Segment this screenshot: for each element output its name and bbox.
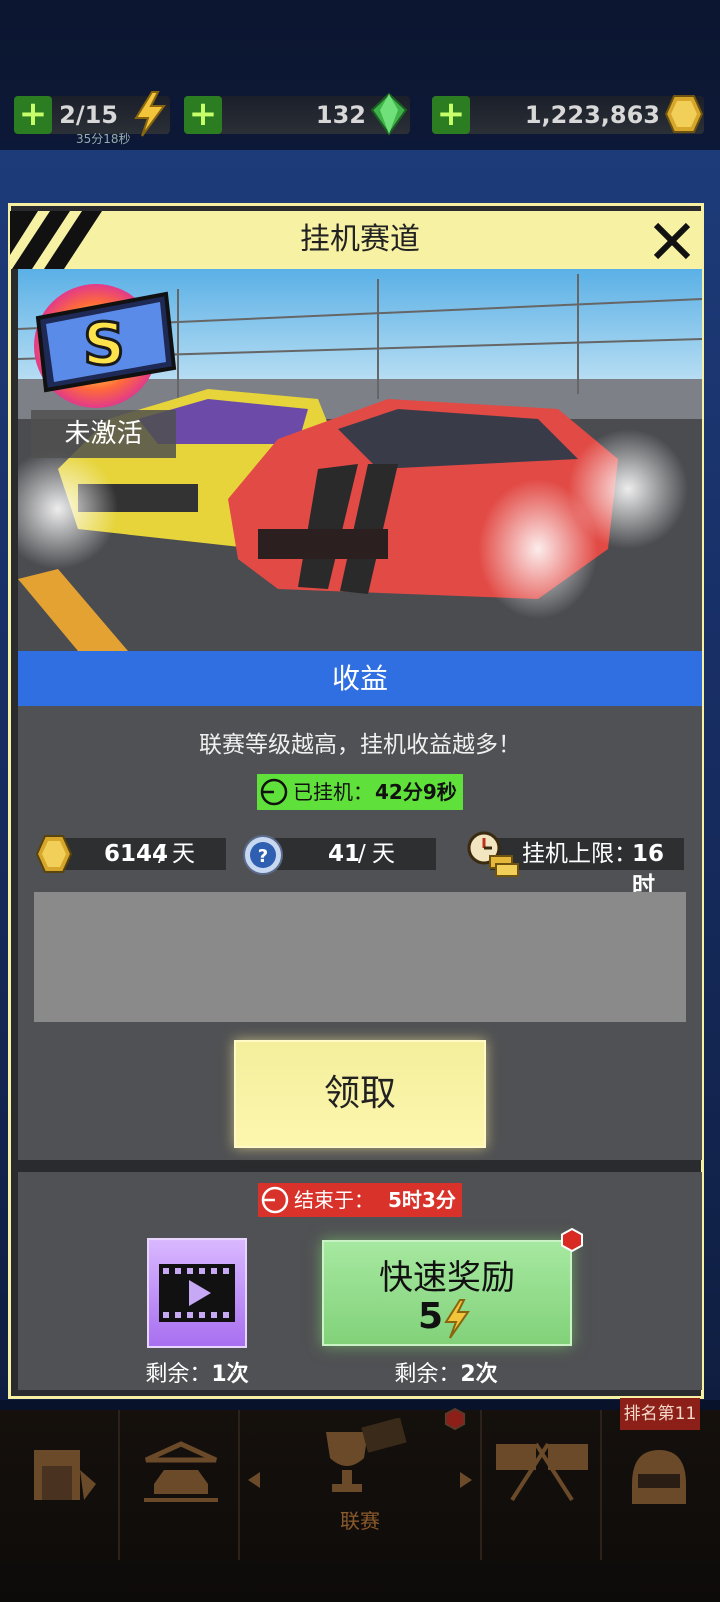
clock-icon bbox=[260, 778, 288, 806]
nav-race[interactable] bbox=[482, 1410, 602, 1560]
gems-counter: + 132 bbox=[184, 92, 410, 136]
quick-remaining-label: 剩余： bbox=[394, 1362, 461, 1387]
svg-text:S: S bbox=[83, 310, 125, 378]
earnings-banner: 收益 bbox=[18, 651, 702, 706]
energy-value: 2/15 bbox=[59, 101, 118, 129]
afk-time: 42分9秒 bbox=[375, 780, 457, 804]
gem-icon bbox=[370, 92, 408, 136]
rank-badge: 排名第11 bbox=[620, 1398, 700, 1430]
coins-value: 1,223,863 bbox=[524, 101, 660, 129]
mystery-rate: 41 / 天 bbox=[262, 838, 436, 870]
trophy-icon bbox=[326, 1418, 407, 1492]
quick-reward-cost: 5 bbox=[418, 1296, 444, 1337]
afk-label: 已挂机： bbox=[293, 780, 373, 804]
shop-icon bbox=[34, 1450, 96, 1500]
coin-icon bbox=[35, 835, 73, 873]
modal-title: 挂机赛道 bbox=[300, 222, 420, 257]
nav-shop[interactable] bbox=[0, 1410, 120, 1560]
lightning-icon bbox=[134, 91, 166, 137]
afk-duration-tag: 已挂机： 42分9秒 bbox=[257, 774, 463, 810]
earnings-description: 联赛等级越高，挂机收益越多！ bbox=[199, 732, 521, 758]
close-icon[interactable] bbox=[650, 219, 694, 263]
timer-coins-icon bbox=[467, 831, 519, 877]
quick-reward-button[interactable]: 快速奖励 5 bbox=[322, 1240, 572, 1346]
video-remaining-label: 剩余： bbox=[145, 1362, 212, 1387]
mystery-rate-value: 41 bbox=[328, 841, 361, 867]
rewards-area bbox=[34, 892, 686, 1022]
quick-remaining-count: 2次 bbox=[460, 1362, 498, 1387]
video-remaining-count: 1次 bbox=[211, 1362, 249, 1387]
svg-text:?: ? bbox=[258, 846, 268, 867]
mystery-box-icon: ? bbox=[243, 835, 283, 875]
badge-status: 未激活 bbox=[31, 410, 176, 458]
coin-rate: 6144 / 天 bbox=[56, 838, 226, 870]
watch-video-button[interactable] bbox=[147, 1238, 247, 1348]
resource-bar: + 2/15 35分18秒 + 132 + 1,223,863 bbox=[0, 86, 720, 146]
coins-counter: + 1,223,863 bbox=[432, 95, 704, 134]
checkered-flags-icon bbox=[496, 1442, 588, 1502]
energy-counter: + 2/15 35分18秒 bbox=[14, 91, 170, 146]
nav-league[interactable] bbox=[240, 1408, 482, 1560]
notification-dot-icon bbox=[561, 1228, 583, 1252]
coin-rate-unit: 天 bbox=[172, 841, 195, 867]
quick-reward-label: 快速奖励 bbox=[379, 1258, 515, 1298]
afk-limit-label: 挂机上限： bbox=[522, 841, 637, 867]
nav-profile[interactable] bbox=[602, 1410, 720, 1560]
lightning-icon bbox=[444, 1299, 470, 1339]
claim-button[interactable]: 领取 bbox=[234, 1040, 486, 1148]
end-time: 5时3分 bbox=[388, 1188, 456, 1212]
energy-timer: 35分18秒 bbox=[76, 132, 131, 146]
clock-icon bbox=[261, 1186, 289, 1214]
arrow-left-icon bbox=[248, 1472, 260, 1488]
add-gems-button[interactable]: + bbox=[184, 96, 222, 134]
end-label: 结束于： bbox=[294, 1188, 374, 1212]
video-remaining: 剩余：1次 bbox=[127, 1356, 267, 1388]
end-time-tag: 结束于： 5时3分 bbox=[258, 1183, 462, 1217]
add-energy-button[interactable]: + bbox=[14, 96, 52, 134]
notification-dot-icon bbox=[444, 1408, 466, 1430]
coin-icon bbox=[664, 95, 704, 133]
gems-value: 132 bbox=[315, 101, 366, 129]
nav-league-label: 联赛 bbox=[340, 1509, 380, 1533]
s-rank-badge-icon: S bbox=[34, 284, 177, 408]
quick-remaining: 剩余：2次 bbox=[376, 1356, 516, 1388]
add-coins-button[interactable]: + bbox=[432, 96, 470, 134]
helmet-icon bbox=[632, 1450, 686, 1504]
mystery-rate-unit: 天 bbox=[372, 841, 395, 867]
nav-garage[interactable] bbox=[120, 1410, 240, 1560]
film-icon bbox=[159, 1264, 235, 1322]
arrow-right-icon bbox=[460, 1472, 472, 1488]
garage-car-icon bbox=[144, 1441, 218, 1502]
